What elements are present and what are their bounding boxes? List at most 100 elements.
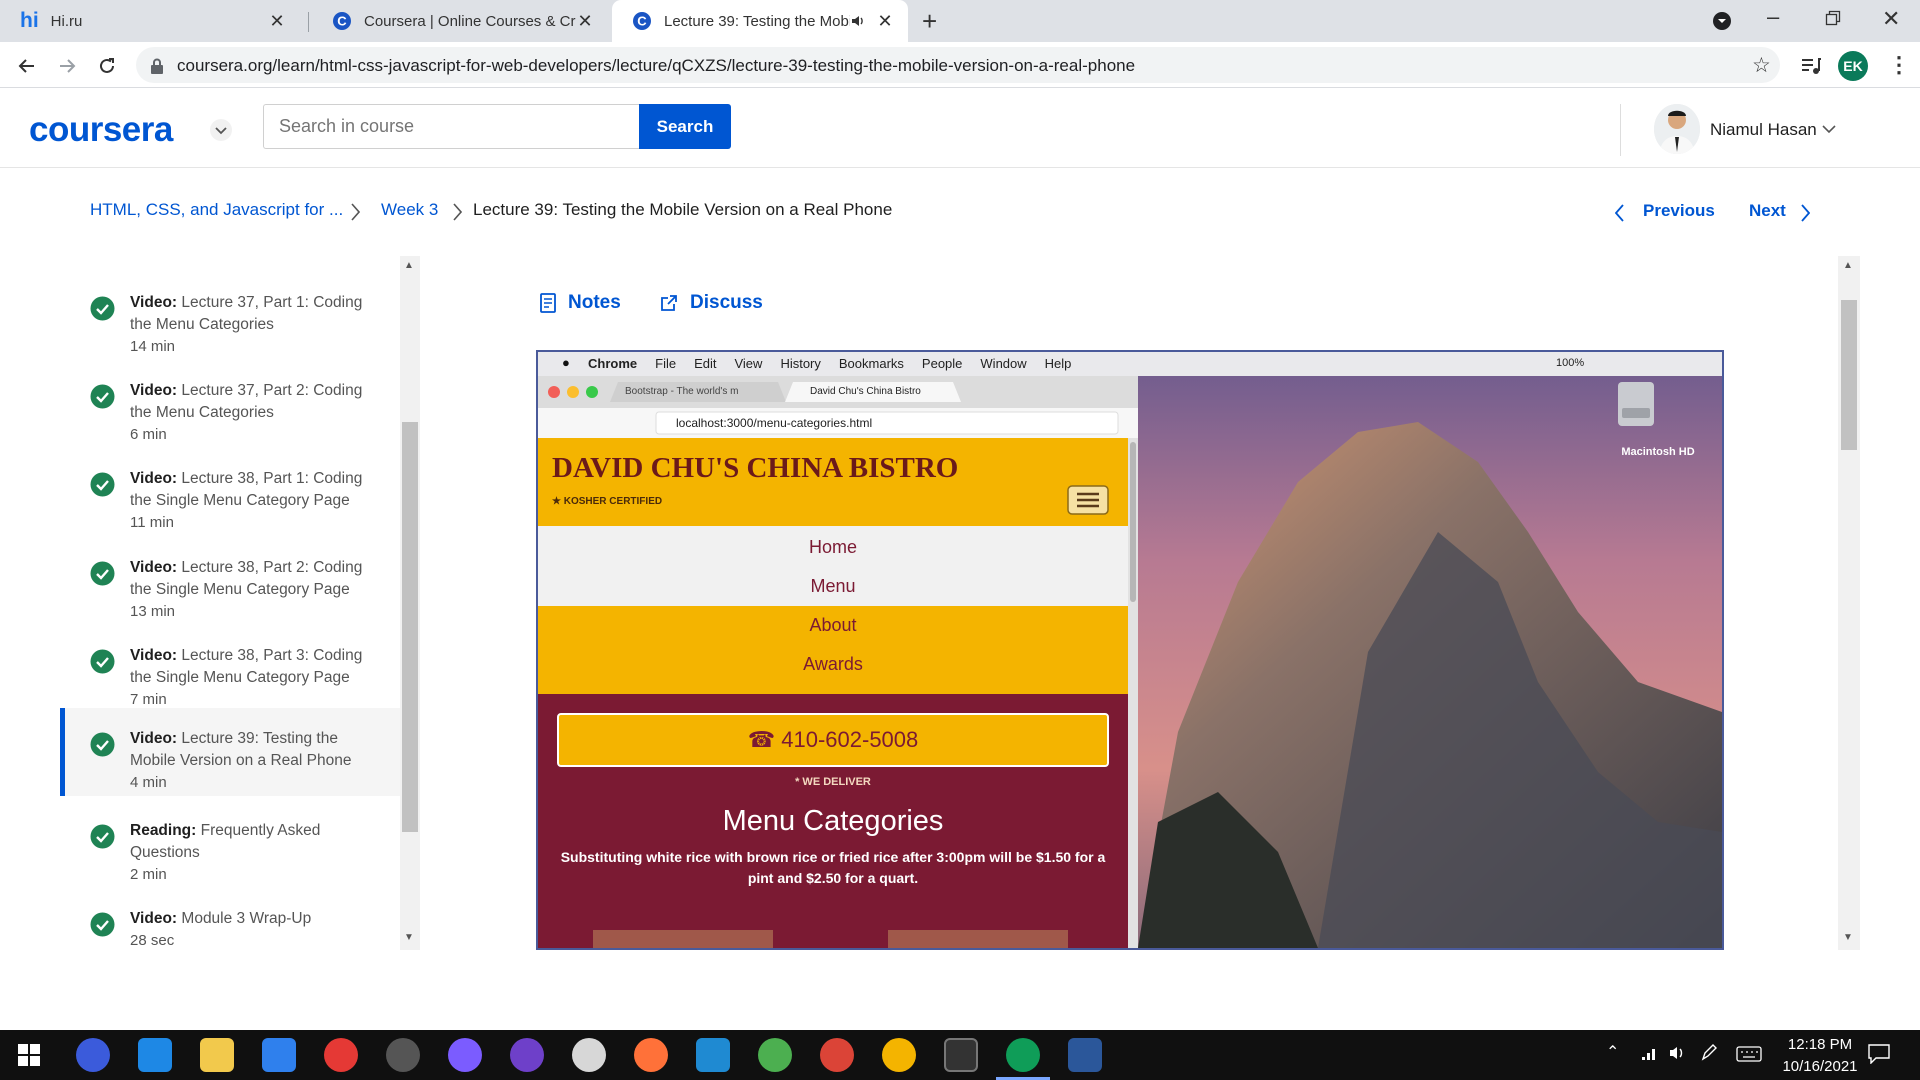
list-item[interactable]: Video: Lecture 38, Part 1: Coding the Si… bbox=[60, 448, 400, 536]
close-icon[interactable]: ✕ bbox=[876, 11, 894, 32]
media-control-icon[interactable] bbox=[1800, 55, 1822, 77]
previous-button[interactable]: Previous bbox=[1643, 201, 1715, 221]
window-close-icon[interactable]: ✕ bbox=[1882, 6, 1900, 32]
back-arrow-icon[interactable] bbox=[16, 55, 38, 77]
check-circle-icon bbox=[90, 732, 115, 757]
item-duration: 14 min bbox=[130, 338, 176, 355]
chevron-right-icon[interactable] bbox=[1800, 204, 1810, 222]
notes-icon bbox=[540, 293, 556, 313]
item-type: Reading: bbox=[130, 822, 197, 839]
lock-icon[interactable] bbox=[150, 58, 164, 74]
volume-icon[interactable] bbox=[1668, 1044, 1688, 1062]
coursera-favicon-icon: C bbox=[332, 11, 352, 31]
breadcrumb-course[interactable]: HTML, CSS, and Javascript for ... bbox=[90, 200, 343, 220]
qbittorrent-icon[interactable] bbox=[76, 1038, 110, 1072]
windows-start-icon[interactable] bbox=[18, 1044, 40, 1066]
mac-menu-item: File bbox=[655, 356, 677, 371]
coursera-logo[interactable]: coursera bbox=[29, 110, 173, 150]
edge-icon[interactable] bbox=[138, 1038, 172, 1072]
reload-icon[interactable] bbox=[96, 55, 118, 77]
github-desktop-icon[interactable] bbox=[510, 1038, 544, 1072]
rice-note: Substituting white rice with brown rice … bbox=[560, 849, 1106, 886]
url-text[interactable]: coursera.org/learn/html-css-javascript-f… bbox=[177, 56, 1135, 76]
firefox-icon[interactable] bbox=[634, 1038, 668, 1072]
close-icon[interactable]: ✕ bbox=[576, 11, 594, 32]
user-name[interactable]: Niamul Hasan bbox=[1710, 120, 1817, 140]
new-tab-plus-icon[interactable]: + bbox=[922, 6, 937, 37]
bistro-nav-about: About bbox=[809, 615, 857, 635]
scroll-down-icon[interactable]: ▼ bbox=[404, 932, 414, 943]
video-player[interactable]: ● Chrome File Edit View History Bookmark… bbox=[536, 350, 1724, 950]
breadcrumb-week[interactable]: Week 3 bbox=[381, 200, 438, 220]
notifications-icon[interactable] bbox=[1868, 1044, 1890, 1064]
scroll-up-icon[interactable]: ▲ bbox=[1843, 260, 1853, 271]
pen-icon[interactable] bbox=[1700, 1044, 1718, 1062]
restore-icon[interactable] bbox=[1825, 10, 1841, 26]
tab-lecture-39[interactable]: C Lecture 39: Testing the Mobil ✕ bbox=[612, 0, 908, 42]
inner-tab-title: David Chu's China Bistro bbox=[810, 386, 921, 397]
item-duration: 11 min bbox=[130, 514, 174, 531]
search-button[interactable]: Search bbox=[639, 104, 731, 149]
we-deliver-text: * WE DELIVER bbox=[795, 776, 871, 788]
list-item[interactable]: Video: Lecture 38, Part 3: Coding the Si… bbox=[60, 625, 400, 713]
item-type: Video: bbox=[130, 647, 178, 664]
check-circle-icon bbox=[90, 384, 115, 409]
chrome-icon[interactable] bbox=[820, 1038, 854, 1072]
check-circle-icon bbox=[90, 472, 115, 497]
mac-menu-item: People bbox=[921, 356, 963, 371]
avatar[interactable] bbox=[1654, 104, 1700, 154]
scroll-up-icon[interactable]: ▲ bbox=[404, 260, 414, 271]
list-item[interactable]: Video: Module 3 Wrap-Up 28 sec bbox=[60, 888, 400, 950]
menu-categories-heading: Menu Categories bbox=[722, 805, 944, 837]
close-icon[interactable]: ✕ bbox=[268, 11, 286, 32]
check-circle-icon bbox=[90, 824, 115, 849]
messenger-icon[interactable] bbox=[448, 1038, 482, 1072]
network-icon[interactable] bbox=[1640, 1044, 1660, 1062]
bistro-phone: ☎ 410-602-5008 bbox=[747, 727, 919, 752]
list-item[interactable]: Video: Lecture 37, Part 1: Coding the Me… bbox=[60, 272, 400, 360]
chevron-down-icon[interactable] bbox=[209, 118, 233, 142]
inner-url-text: localhost:3000/menu-categories.html bbox=[676, 416, 873, 430]
tray-chevron-up-icon[interactable]: ⌃ bbox=[1606, 1042, 1619, 1062]
chevron-left-icon[interactable] bbox=[1615, 204, 1625, 222]
profile-avatar[interactable]: EK bbox=[1838, 51, 1868, 81]
ccleaner-icon[interactable] bbox=[758, 1038, 792, 1072]
list-item[interactable]: Video: Lecture 37, Part 2: Coding the Me… bbox=[60, 360, 400, 448]
file-explorer-icon[interactable] bbox=[200, 1038, 234, 1072]
inkscape-icon[interactable] bbox=[386, 1038, 420, 1072]
check-circle-icon bbox=[90, 561, 115, 586]
paint-icon[interactable] bbox=[572, 1038, 606, 1072]
mail-icon[interactable] bbox=[262, 1038, 296, 1072]
bookmark-star-icon[interactable]: ☆ bbox=[1752, 53, 1771, 78]
opera-icon[interactable] bbox=[324, 1038, 358, 1072]
list-item[interactable]: Video: Lecture 38, Part 2: Coding the Si… bbox=[60, 537, 400, 625]
forward-arrow-icon[interactable] bbox=[56, 55, 78, 77]
list-item[interactable]: Reading: Frequently Asked Questions 2 mi… bbox=[60, 800, 400, 888]
chevron-down-icon[interactable] bbox=[1822, 124, 1836, 134]
content-scroll-thumb[interactable] bbox=[1841, 300, 1857, 450]
sidebar-scroll-thumb[interactable] bbox=[402, 422, 418, 832]
course-search-input[interactable] bbox=[263, 104, 640, 149]
item-type: Video: bbox=[130, 730, 178, 747]
discuss-button[interactable]: Discuss bbox=[660, 292, 763, 314]
speaker-icon[interactable] bbox=[850, 13, 866, 29]
kebab-menu-icon[interactable]: ⋮ bbox=[1888, 52, 1910, 78]
chrome-active-icon[interactable] bbox=[1006, 1038, 1040, 1072]
tab-hi-ru[interactable]: hi Hi.ru ✕ bbox=[0, 0, 300, 42]
terminal-icon[interactable] bbox=[944, 1038, 978, 1072]
kosher-text: ★ KOSHER CERTIFIED bbox=[552, 496, 663, 507]
chevron-right-icon bbox=[350, 203, 360, 221]
taskbar-clock[interactable]: 12:18 PM 10/16/2021 bbox=[1760, 1034, 1880, 1078]
minimize-icon[interactable]: – bbox=[1767, 4, 1779, 30]
notes-button[interactable]: Notes bbox=[540, 292, 621, 314]
list-item-active[interactable]: Video: Lecture 39: Testing the Mobile Ve… bbox=[60, 708, 400, 796]
keyboard-icon[interactable] bbox=[1736, 1046, 1762, 1062]
word-icon[interactable] bbox=[1068, 1038, 1102, 1072]
tab-coursera[interactable]: C Coursera | Online Courses & Cred ✕ bbox=[312, 0, 608, 42]
vscode-icon[interactable] bbox=[696, 1038, 730, 1072]
next-button[interactable]: Next bbox=[1749, 201, 1786, 221]
tab-title: Lecture 39: Testing the Mobil bbox=[664, 12, 850, 30]
tab-search-icon[interactable] bbox=[1712, 11, 1732, 31]
chrome-profile-icon[interactable] bbox=[882, 1038, 916, 1072]
scroll-down-icon[interactable]: ▼ bbox=[1843, 932, 1853, 943]
